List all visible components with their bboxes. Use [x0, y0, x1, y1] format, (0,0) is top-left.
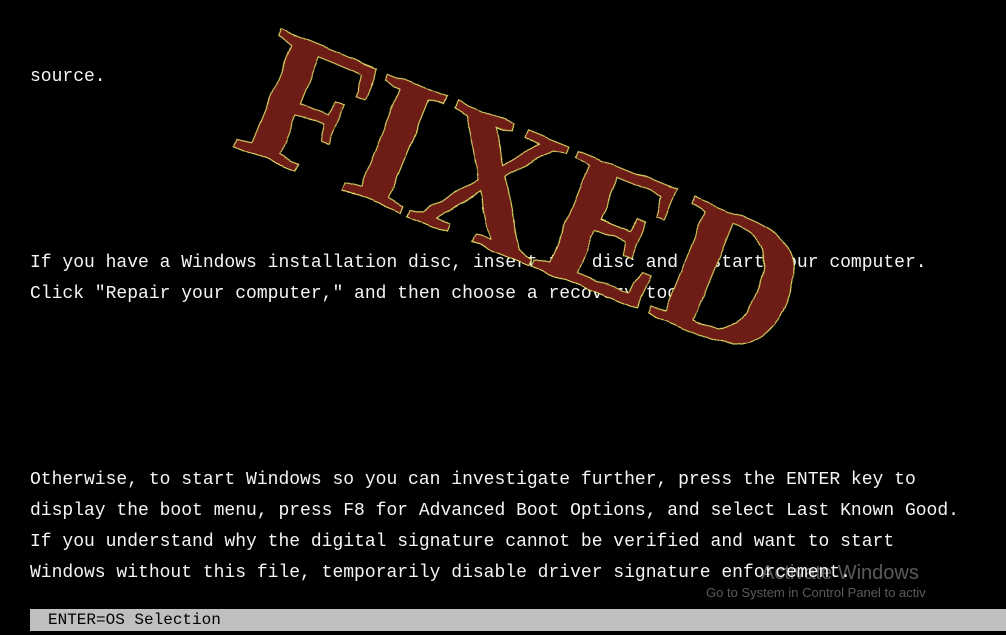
error-body: source. If you have a Windows installati…	[30, 0, 976, 635]
body-para-install-disc: If you have a Windows installation disc,…	[30, 248, 976, 310]
footer-hint: ENTER=OS Selection	[48, 611, 221, 629]
boot-error-screen: source. If you have a Windows installati…	[0, 0, 1006, 635]
body-line-source: source.	[30, 62, 976, 93]
footer-bar[interactable]: ENTER=OS Selection	[30, 609, 1006, 631]
body-para-otherwise: Otherwise, to start Windows so you can i…	[30, 465, 976, 589]
